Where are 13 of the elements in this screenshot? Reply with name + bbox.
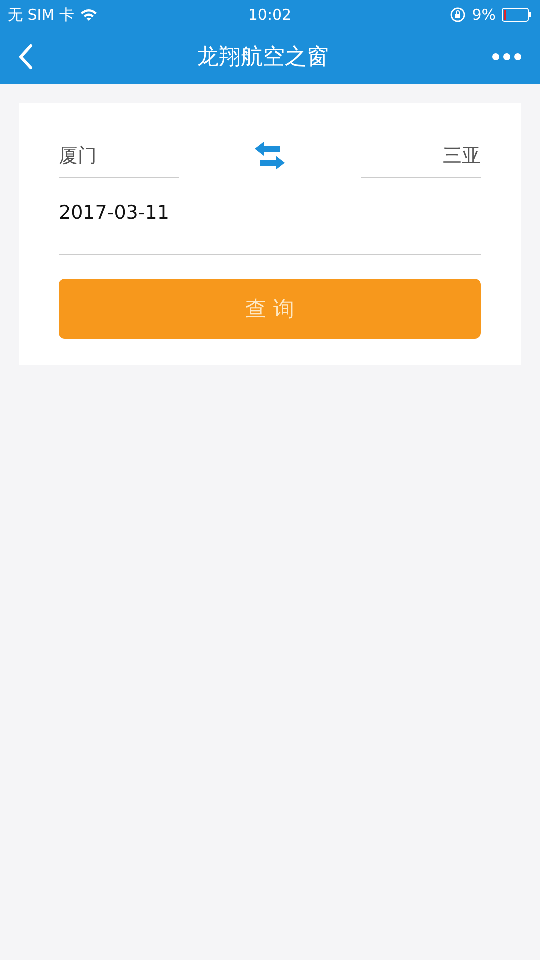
- battery-icon: [502, 8, 532, 22]
- date-field[interactable]: 2017-03-11: [59, 178, 481, 255]
- swap-icon[interactable]: [253, 140, 287, 172]
- carrier-text: 无 SIM 卡: [8, 6, 74, 24]
- battery-text: 9%: [472, 6, 496, 24]
- departure-field[interactable]: 厦门: [59, 133, 179, 178]
- page-title: 龙翔航空之窗: [197, 44, 329, 72]
- rotation-lock-icon: [450, 7, 466, 23]
- wifi-icon: [80, 8, 98, 22]
- more-icon: [492, 53, 522, 61]
- back-icon: [18, 44, 34, 70]
- destination-field[interactable]: 三亚: [361, 133, 481, 178]
- clock-text: 10:02: [248, 6, 292, 24]
